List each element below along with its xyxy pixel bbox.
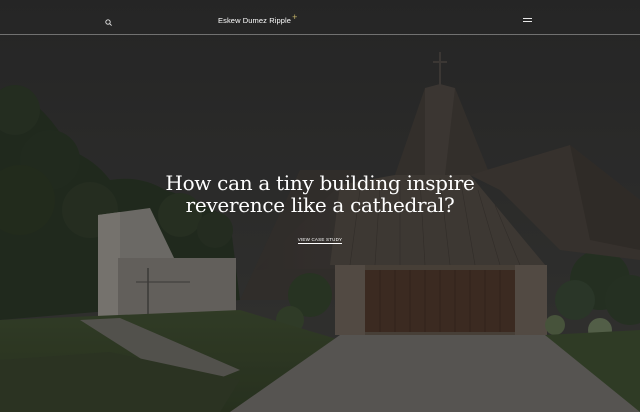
view-case-study-link[interactable]: View case study: [270, 237, 370, 244]
menu-button[interactable]: [523, 17, 534, 23]
site-logo[interactable]: Eskew Dumez Ripple+: [218, 12, 298, 25]
page: Eskew Dumez Ripple+ How can a tiny build…: [0, 0, 640, 412]
hamburger-menu-icon-line: [523, 21, 532, 22]
search-button[interactable]: [104, 15, 114, 26]
hamburger-menu-icon: [523, 18, 532, 19]
hero-headline: How can a tiny building inspire reverenc…: [120, 172, 520, 216]
search-icon: [105, 19, 112, 26]
logo-plus-mark: +: [292, 12, 298, 22]
logo-text: Eskew Dumez Ripple: [218, 16, 292, 25]
hero-headline-line-1: How can a tiny building inspire: [165, 171, 475, 195]
site-header: Eskew Dumez Ripple+: [0, 0, 640, 35]
view-case-study-label: View case study: [297, 237, 343, 244]
hero-headline-line-2: reverence like a cathedral?: [185, 193, 455, 217]
